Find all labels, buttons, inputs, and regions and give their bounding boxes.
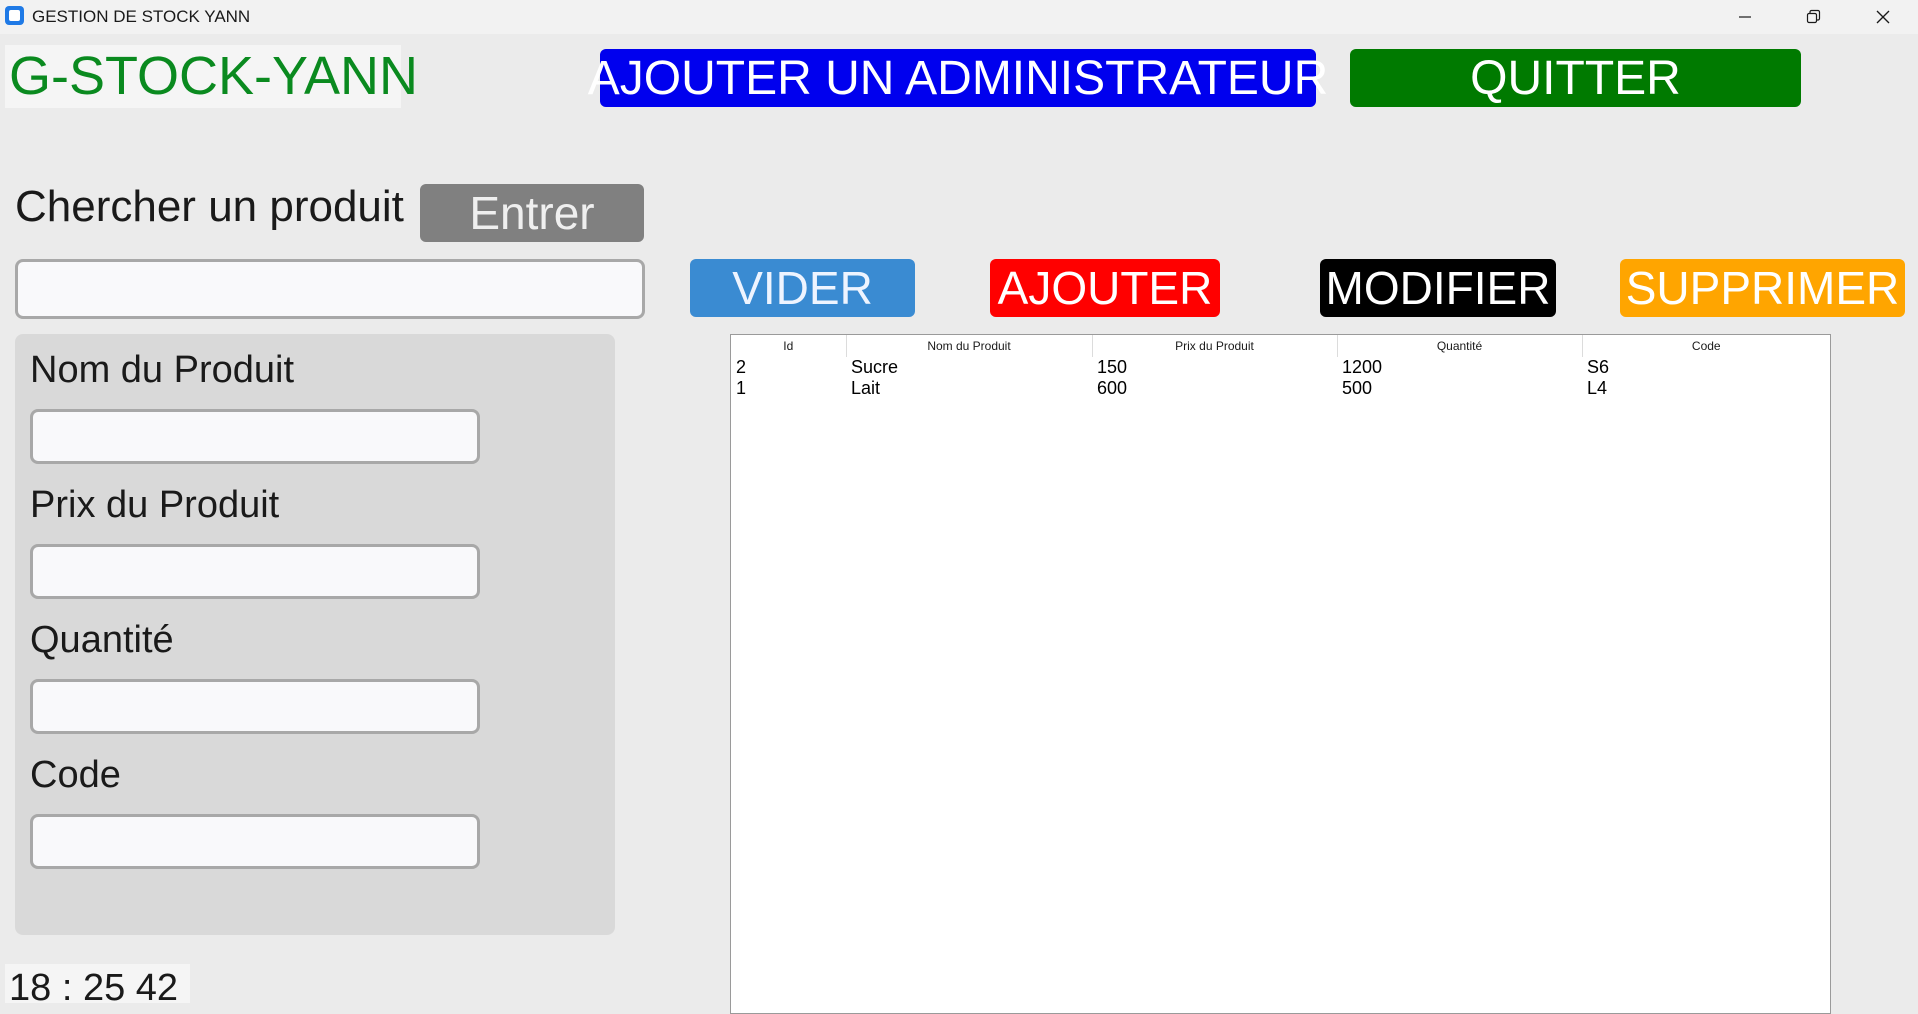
delete-product-button[interactable]: SUPPRIMER <box>1620 259 1905 317</box>
table-cell-quantity: 500 <box>1342 378 1373 398</box>
product-price-field[interactable] <box>30 544 480 599</box>
search-input[interactable] <box>15 259 645 319</box>
quit-button[interactable]: QUITTER <box>1350 49 1801 107</box>
product-name-label: Nom du Produit <box>30 349 295 391</box>
minimize-icon <box>1739 16 1751 18</box>
table-cell-name: Lait <box>851 378 881 398</box>
window-title: GESTION DE STOCK YANN <box>32 7 251 26</box>
table-cell-code: L4 <box>1587 378 1608 398</box>
title-bar <box>0 0 1918 34</box>
close-icon <box>1876 10 1890 24</box>
add-product-button[interactable]: AJOUTER <box>990 259 1220 317</box>
quantity-field[interactable] <box>30 679 480 734</box>
table-cell-id: 2 <box>736 357 747 377</box>
table-header-row: Id Nom du Produit Prix du Produit Quanti… <box>731 335 1830 357</box>
minimize-button[interactable] <box>1710 0 1780 34</box>
clear-button[interactable]: VIDER <box>690 259 915 317</box>
app-logo: G-STOCK-YANN <box>5 45 418 108</box>
product-price-label: Prix du Produit <box>30 484 280 526</box>
table-cell-code: S6 <box>1587 357 1610 377</box>
column-header-price[interactable]: Prix du Produit <box>1092 335 1338 357</box>
code-label: Code <box>30 754 121 796</box>
table-cell-price: 600 <box>1097 378 1128 398</box>
app-icon <box>5 6 24 25</box>
product-name-field[interactable] <box>30 409 480 464</box>
restore-icon <box>1806 9 1821 24</box>
add-admin-button[interactable]: AJOUTER UN ADMINISTRATEUR <box>588 49 1328 107</box>
column-header-name[interactable]: Nom du Produit <box>846 335 1093 357</box>
quantity-label: Quantité <box>30 619 174 661</box>
search-enter-button[interactable]: Entrer <box>420 184 644 242</box>
table-cell-quantity: 1200 <box>1342 357 1383 377</box>
table-row[interactable]: 2 Sucre 150 1200 S6 <box>731 357 1830 378</box>
search-label: Chercher un produit <box>15 182 404 231</box>
code-field[interactable] <box>30 814 480 869</box>
edit-product-button[interactable]: MODIFIER <box>1320 259 1556 317</box>
table-cell-price: 150 <box>1097 357 1128 377</box>
product-form-panel: Nom du Produit Prix du Produit Quantité … <box>15 334 615 935</box>
table-cell-id: 1 <box>736 378 747 398</box>
column-header-code[interactable]: Code <box>1582 335 1830 357</box>
restore-button[interactable] <box>1778 0 1848 34</box>
column-header-quantity[interactable]: Quantité <box>1337 335 1583 357</box>
table-cell-name: Sucre <box>851 357 899 377</box>
product-table[interactable]: Id Nom du Produit Prix du Produit Quanti… <box>730 334 1831 1014</box>
table-row[interactable]: 1 Lait 600 500 L4 <box>731 378 1830 399</box>
column-header-id[interactable]: Id <box>731 335 847 357</box>
clock: 18 : 25 42 <box>5 964 190 1003</box>
close-button[interactable] <box>1848 0 1918 34</box>
